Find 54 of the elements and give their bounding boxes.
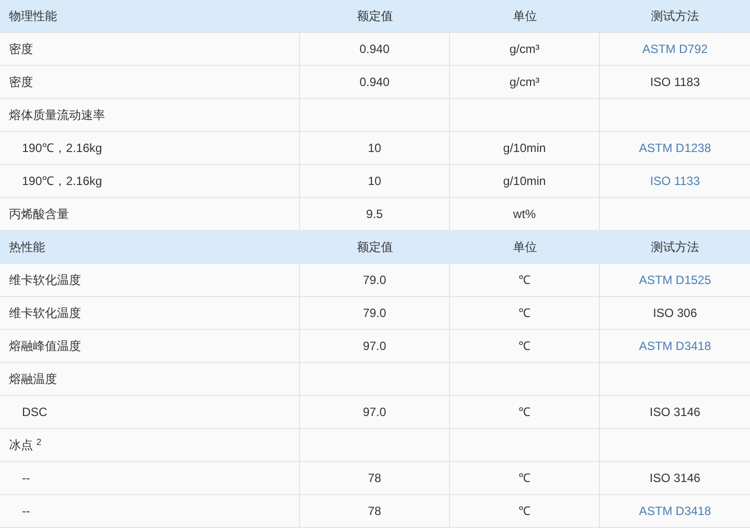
property-label: 冰点 $^{2}$ xyxy=(9,436,42,454)
table-cell-text: ℃ xyxy=(518,503,530,520)
method-link[interactable]: ASTM D792 xyxy=(642,40,708,58)
table-cell-text: wt% xyxy=(513,206,536,223)
table-cell-text: g/10min xyxy=(503,140,546,157)
table-cell-text: 10 xyxy=(368,173,382,190)
table-cell-text: 0.940 xyxy=(359,74,390,91)
method-link[interactable]: ISO 1133 xyxy=(650,172,700,190)
column-header: 物理性能 xyxy=(9,8,57,25)
property-label: 维卡软化温度 xyxy=(9,305,81,322)
table-cell-text: g/10min xyxy=(503,173,546,190)
property-label: 熔融峰值温度 xyxy=(9,338,81,355)
property-label: 熔体质量流动速率 xyxy=(9,107,105,124)
table-cell-text: 97.0 xyxy=(362,404,386,421)
property-label: -- xyxy=(22,470,30,487)
table-cell-text: 79.0 xyxy=(362,305,386,322)
table-cell-text: 9.5 xyxy=(366,206,383,223)
table-cell-text: 97.0 xyxy=(362,338,386,355)
method-link[interactable]: ASTM D3418 xyxy=(638,337,712,355)
property-label: 维卡软化温度 xyxy=(9,272,81,289)
table-cell-text: ℃ xyxy=(518,338,530,355)
table-cell-text: 79.0 xyxy=(362,272,386,289)
method-link[interactable]: ASTM D1238 xyxy=(638,139,712,157)
table-cell-text: 78 xyxy=(368,470,382,487)
column-header: 测试方法 xyxy=(651,8,699,25)
table-cell-text: g/cm³ xyxy=(510,41,540,58)
table-cell-text: ISO 3146 xyxy=(650,470,700,487)
table-cell-text: 78 xyxy=(368,503,382,520)
table-cell-text: ISO 1183 xyxy=(650,74,700,91)
table-cell-text: ISO 3146 xyxy=(650,404,700,421)
property-label: 密度 xyxy=(9,74,33,91)
table-cell-text: 10 xyxy=(368,140,382,157)
property-label: 190℃，2.16kg xyxy=(22,140,102,157)
table-cell-text: ℃ xyxy=(518,404,530,421)
property-label: -- xyxy=(22,503,30,520)
table-cell-text: ISO 306 xyxy=(652,305,698,322)
table-cell-text: g/cm³ xyxy=(510,74,540,91)
table-cell-text: ℃ xyxy=(518,272,530,289)
method-link[interactable]: ASTM D1525 xyxy=(638,271,712,289)
property-label: 丙烯酸含量 xyxy=(9,206,69,223)
property-label: 190℃，2.16kg xyxy=(22,173,102,190)
table-cell-text: ℃ xyxy=(518,305,530,322)
table-cell-text: 0.940 xyxy=(359,41,390,58)
table-cell-text: ℃ xyxy=(518,470,530,487)
method-link[interactable]: ASTM D3418 xyxy=(638,502,712,520)
column-header: 额定值 xyxy=(357,8,393,25)
property-label: 密度 xyxy=(9,41,33,58)
column-header: 单位 xyxy=(513,8,537,25)
property-label: DSC xyxy=(22,404,48,421)
column-header: 测试方法 xyxy=(651,239,699,256)
column-header: 单位 xyxy=(513,239,537,256)
column-header: 额定值 xyxy=(357,239,393,256)
column-header: 热性能 xyxy=(9,239,45,256)
property-label: 熔融温度 xyxy=(9,371,57,388)
